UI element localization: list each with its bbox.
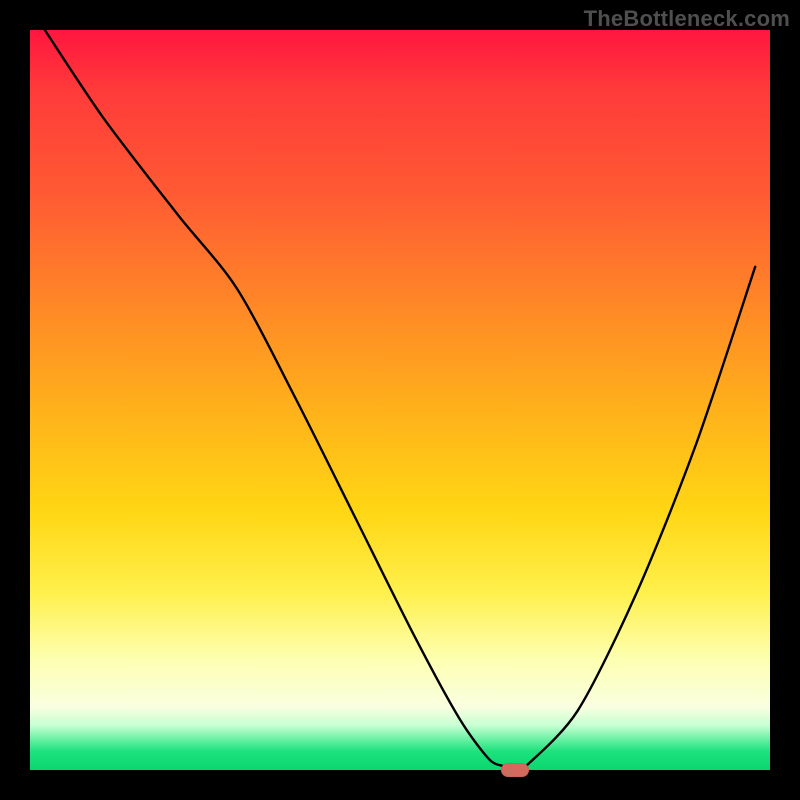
minimum-marker xyxy=(501,763,529,777)
bottleneck-curve xyxy=(30,30,770,770)
watermark-text: TheBottleneck.com xyxy=(584,6,790,32)
curve-path xyxy=(45,30,755,770)
plot-area xyxy=(30,30,770,770)
chart-frame: TheBottleneck.com xyxy=(0,0,800,800)
